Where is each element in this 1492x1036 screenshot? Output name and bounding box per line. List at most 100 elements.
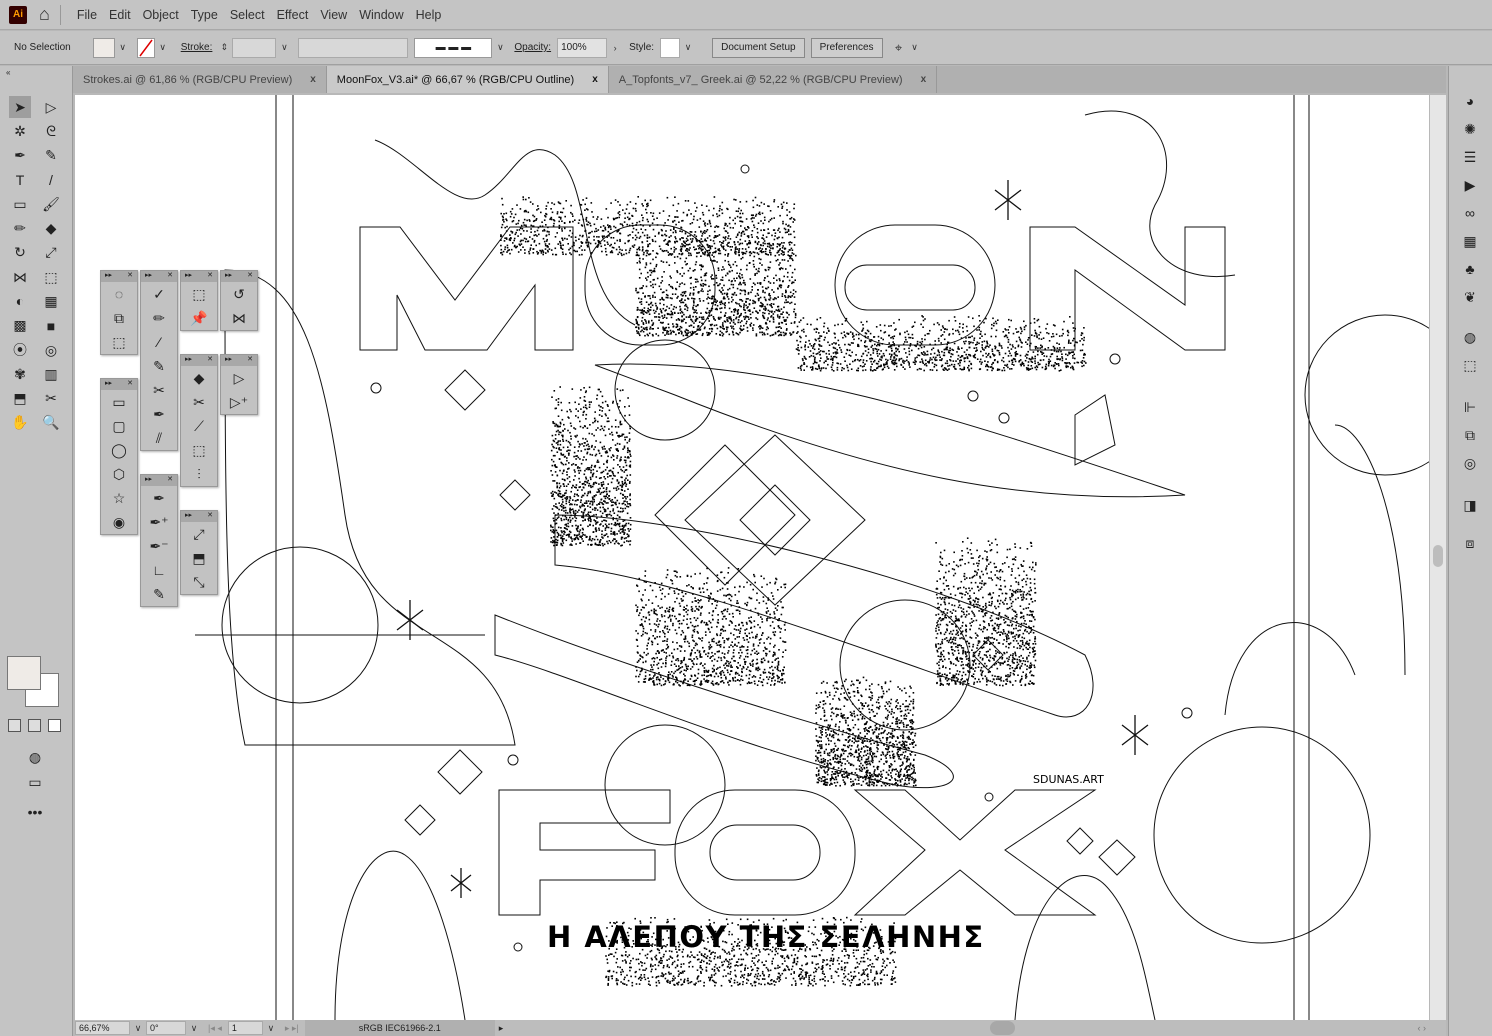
tool-icon[interactable]: ◌ [101,282,137,306]
tool-icon[interactable]: ⟋ [181,414,217,438]
screen-mode-icon[interactable]: ▭ [24,771,46,793]
scroll-thumb[interactable] [1433,545,1443,567]
expand-icon[interactable]: ▸▸ [225,355,232,366]
horizontal-scroll-thumb[interactable] [990,1021,1015,1035]
chevron-down-icon[interactable]: ∨ [276,38,292,58]
hand-tool-icon[interactable]: ✋ [9,412,31,434]
menu-window[interactable]: Window [353,8,409,22]
tool-icon[interactable]: ⋈ [221,306,257,330]
symbol-sprayer-tool-icon[interactable]: ✾ [9,363,31,385]
preferences-button[interactable]: Preferences [810,37,883,58]
color-guide-icon[interactable]: ✺ [1459,118,1481,140]
tool-icon[interactable]: ⁄ [141,330,177,354]
transform-icon[interactable]: ⬚ [1459,354,1481,376]
tool-icon[interactable]: ⤡ [181,570,217,594]
rectangle-tool-icon[interactable]: ▭ [9,193,31,215]
floating-tool-panel[interactable]: ▸▸ ✕ ⬚ 📌 [180,270,218,331]
document-tab[interactable]: Strokes.ai @ 61,86 % (RGB/CPU Preview) x [73,66,327,93]
transparency-icon[interactable]: ◎ [1459,452,1481,474]
direct-selection-tool-icon[interactable]: ▷ [40,96,62,118]
stroke-label[interactable]: Stroke: [181,42,213,53]
home-icon[interactable]: ⌂ [39,4,50,25]
floating-tool-panel[interactable]: ▸▸ ✕ ↺ ⋈ [220,270,258,331]
rotate-tool-icon[interactable]: ↻ [9,242,31,264]
brush-definition[interactable]: ▬ ▬ ▬ [414,37,493,58]
expand-icon[interactable]: ▸▸ [185,271,192,282]
menu-file[interactable]: File [71,8,103,22]
chevron-down-icon[interactable]: ∨ [155,38,171,58]
panel-header[interactable]: ▸▸ ✕ [221,355,257,366]
menu-type[interactable]: Type [185,8,224,22]
line-tool-icon[interactable]: / [40,169,62,191]
stroke-swatch[interactable] [136,37,155,58]
layers-icon[interactable]: ◨ [1459,494,1481,516]
tool-icon[interactable]: ▷⁺ [221,390,257,414]
tool-icon[interactable]: ✓ [141,282,177,306]
swatches-icon[interactable]: ▦ [1459,230,1481,252]
chevron-down-icon[interactable]: ∨ [115,38,131,58]
blend-tool-icon[interactable]: ◎ [40,339,62,361]
panel-header[interactable]: ▸▸ ✕ [101,379,137,390]
paintbrush-tool-icon[interactable]: 🖌 [40,193,62,215]
panel-header[interactable]: ▸▸ ✕ [101,271,137,282]
free-transform-tool-icon[interactable]: ⬚ [40,266,62,288]
close-icon[interactable]: ✕ [247,355,253,366]
vertical-scrollbar[interactable] [1430,95,1446,1020]
tool-icon[interactable]: ⬚ [181,438,217,462]
fill-color-icon[interactable] [7,656,41,690]
expand-icon[interactable]: ▸▸ [105,379,112,390]
tool-icon[interactable]: ↺ [221,282,257,306]
variable-width-profile[interactable] [298,37,409,58]
panel-header[interactable]: ▸▸ ✕ [221,271,257,282]
more-tools-icon[interactable]: ••• [24,801,46,823]
opacity-label[interactable]: Opacity: [514,42,551,53]
floating-tool-panel[interactable]: ▸▸ ✕ ▭ ▢ ◯ ⬡ ☆ ◉ [100,378,138,535]
chevron-right-icon[interactable]: › [607,38,623,58]
last-artboard-icon[interactable]: ▸ ▸| [285,1023,299,1034]
expand-icon[interactable]: ▸▸ [185,511,192,522]
chevron-down-icon[interactable]: ∨ [186,1021,202,1035]
close-icon[interactable]: ✕ [167,475,173,486]
color-mode-icon[interactable] [8,719,21,732]
tool-icon[interactable]: ⬒ [181,546,217,570]
chevron-down-icon[interactable]: ∨ [263,1021,279,1035]
panel-header[interactable]: ▸▸ ✕ [141,271,177,282]
menu-help[interactable]: Help [410,8,448,22]
tool-icon[interactable]: ✒ [141,402,177,426]
slice-tool-icon[interactable]: ✂ [40,388,62,410]
draw-mode-icon[interactable]: ◍ [24,746,46,768]
expand-icon[interactable]: ▸▸ [145,475,152,486]
tool-icon[interactable]: ✒⁺ [141,510,177,534]
tool-icon[interactable]: ▢ [101,414,137,438]
artboard-tool-icon[interactable]: ⬒ [9,388,31,410]
floating-tool-panel[interactable]: ▸▸ ✕ ✒ ✒⁺ ✒⁻ ∟ ✎ [140,474,178,607]
curvature-tool-icon[interactable]: ✎ [40,145,62,167]
tool-icon[interactable]: ◯ [101,438,137,462]
rotation[interactable]: 0° [146,1021,186,1035]
close-icon[interactable]: x [310,74,316,85]
chevron-down-icon[interactable]: ∨ [492,38,508,58]
tool-icon[interactable]: ⤢ [181,522,217,546]
tool-icon[interactable]: ⧉ [101,306,137,330]
close-icon[interactable]: ✕ [207,511,213,522]
artboards-icon[interactable]: ⧈ [1459,532,1481,554]
pencil-tool-icon[interactable]: ✏ [9,218,31,240]
opacity-input[interactable]: 100% [557,37,608,58]
expand-icon[interactable]: ▸▸ [105,271,112,282]
eraser-tool-icon[interactable]: ◆ [40,218,62,240]
pen-tool-icon[interactable]: ✒ [9,145,31,167]
expand-icon[interactable]: ▸▸ [225,271,232,282]
properties-icon[interactable]: ☰ [1459,146,1481,168]
close-icon[interactable]: ✕ [167,271,173,282]
zoom-tool-icon[interactable]: 🔍 [40,412,62,434]
tool-icon[interactable]: ✏ [141,306,177,330]
tool-icon[interactable]: ✎ [141,354,177,378]
panel-header[interactable]: ▸▸ ✕ [141,475,177,486]
floating-tool-panel[interactable]: ▸▸ ✕ ⤢ ⬒ ⤡ [180,510,218,595]
expand-icon[interactable]: ▸▸ [185,355,192,366]
gradient-tool-icon[interactable]: ■ [40,315,62,337]
tool-icon[interactable]: ◉ [101,510,137,534]
expand-icon[interactable]: ▸▸ [145,271,152,282]
tool-icon[interactable]: ⬚ [181,282,217,306]
tool-icon[interactable]: ⬚ [101,330,137,354]
